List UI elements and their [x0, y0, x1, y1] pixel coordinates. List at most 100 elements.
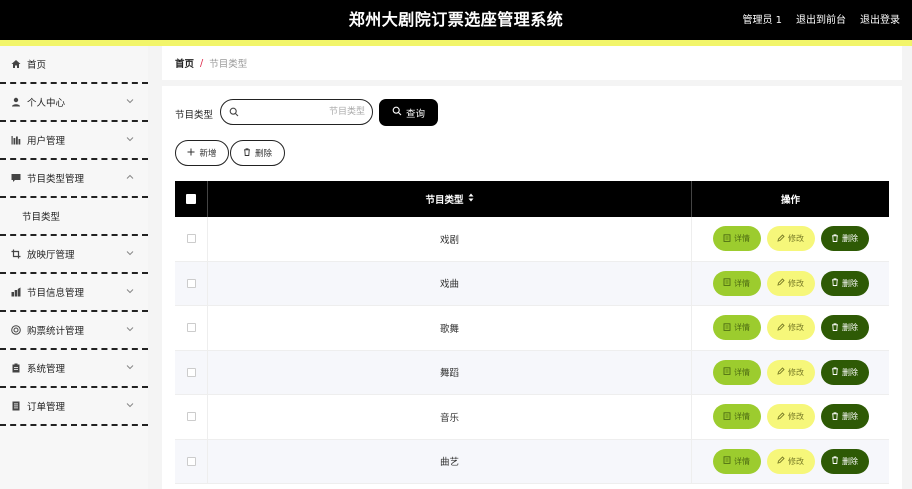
sidebar-item-program-type-management[interactable]: 节目类型管理	[0, 160, 148, 198]
delete-button[interactable]: 删除	[820, 226, 869, 252]
bar-chart-icon	[11, 135, 21, 145]
operations-cell: 详情 修改 删除	[692, 262, 889, 306]
header-links: 管理员 1 退出到前台 退出登录	[742, 11, 900, 26]
search-input[interactable]	[243, 103, 365, 121]
edit-button[interactable]: 修改	[766, 359, 815, 385]
search-icon	[392, 106, 402, 119]
top-bar: 郑州大剧院订票选座管理系统 管理员 1 退出到前台 退出登录	[0, 0, 912, 40]
delete-button-label: 删除	[842, 323, 858, 333]
chevron-down-icon	[126, 135, 134, 143]
sidebar-item-system-management[interactable]: 系统管理	[0, 350, 148, 388]
detail-button[interactable]: 详情	[712, 359, 761, 385]
detail-button[interactable]: 详情	[712, 270, 761, 296]
chevron-down-icon	[126, 363, 134, 371]
row-checkbox[interactable]	[186, 367, 196, 377]
detail-icon	[723, 456, 731, 466]
detail-icon	[723, 367, 731, 377]
operations-cell: 详情 修改 删除	[692, 395, 889, 439]
logout-link[interactable]: 退出登录	[860, 11, 900, 26]
batch-delete-button[interactable]: 删除	[230, 140, 285, 166]
table-row: 歌舞 详情 修改 删除	[175, 306, 889, 351]
sidebar-item-order-management[interactable]: 订单管理	[0, 388, 148, 426]
sidebar-item-program-info-management[interactable]: 节目信息管理	[0, 274, 148, 312]
detail-icon	[723, 278, 731, 288]
detail-icon	[723, 323, 731, 333]
help-circle-icon	[11, 325, 21, 335]
edit-button-label: 修改	[788, 323, 804, 333]
program-type-cell: 歌舞	[208, 306, 692, 350]
detail-button-label: 详情	[734, 278, 750, 288]
sidebar-item-user-management[interactable]: 用户管理	[0, 122, 148, 160]
detail-button[interactable]: 详情	[712, 226, 761, 252]
sidebar-item-label: 系统管理	[27, 364, 66, 375]
trash-icon	[831, 456, 839, 466]
edit-button-label: 修改	[788, 367, 804, 377]
edit-icon	[777, 323, 785, 333]
add-button[interactable]: 新增	[175, 140, 229, 166]
row-checkbox[interactable]	[186, 456, 196, 466]
delete-button[interactable]: 删除	[820, 315, 869, 341]
edit-button[interactable]: 修改	[766, 404, 815, 430]
delete-button[interactable]: 删除	[820, 448, 869, 474]
row-checkbox[interactable]	[186, 323, 196, 333]
sidebar-item-hall-management[interactable]: 放映厅管理	[0, 236, 148, 274]
edit-button[interactable]: 修改	[766, 315, 815, 341]
select-all-checkbox[interactable]	[186, 194, 196, 204]
edit-button[interactable]: 修改	[766, 270, 815, 296]
breadcrumb: 首页 / 节目类型	[162, 46, 902, 80]
breadcrumb-current: 节目类型	[209, 59, 248, 70]
breadcrumb-home-link[interactable]: 首页	[175, 56, 194, 70]
sidebar-item-label: 节目信息管理	[27, 288, 85, 299]
table-row: 曲艺 详情 修改 删除	[175, 439, 889, 484]
column-header-label: 节目类型	[425, 195, 464, 206]
edit-button[interactable]: 修改	[766, 226, 815, 252]
chevron-down-icon	[126, 97, 134, 105]
chevron-down-icon	[126, 325, 134, 333]
sort-icon[interactable]	[468, 193, 474, 205]
delete-button[interactable]: 删除	[820, 270, 869, 296]
edit-icon	[777, 412, 785, 422]
operations-cell: 详情 修改 删除	[692, 351, 889, 395]
edit-button-label: 修改	[788, 278, 804, 288]
current-user-link[interactable]: 管理员 1	[742, 11, 782, 26]
edit-button[interactable]: 修改	[766, 448, 815, 474]
header-checkbox-cell	[175, 181, 208, 217]
detail-button[interactable]: 详情	[712, 404, 761, 430]
chevron-down-icon	[126, 287, 134, 295]
edit-icon	[777, 456, 785, 466]
delete-button-label: 删除	[842, 456, 858, 466]
user-icon	[11, 97, 21, 107]
program-type-cell: 戏曲	[208, 261, 692, 305]
table-row: 舞蹈 详情 修改 删除	[175, 350, 889, 395]
sidebar-item-ticket-stats-management[interactable]: 购票统计管理	[0, 312, 148, 350]
row-checkbox[interactable]	[186, 278, 196, 288]
comment-icon	[11, 173, 21, 183]
operations-cell: 详情 修改 删除	[692, 217, 889, 261]
operations-cell: 详情 修改 删除	[692, 440, 889, 484]
detail-button[interactable]: 详情	[712, 448, 761, 474]
sidebar-item-personal-center[interactable]: 个人中心	[0, 84, 148, 122]
table-body: 戏剧 详情 修改 删除 戏曲 详情 修改 删除 歌舞 详情 修改 删除 舞蹈 详…	[175, 217, 889, 484]
row-checkbox[interactable]	[186, 412, 196, 422]
edit-button-label: 修改	[788, 456, 804, 466]
detail-button-label: 详情	[734, 234, 750, 244]
row-checkbox-cell	[175, 306, 208, 350]
stats-icon	[11, 287, 21, 297]
batch-delete-button-label: 删除	[254, 149, 272, 159]
sidebar-item-label: 首页	[27, 60, 47, 71]
delete-button[interactable]: 删除	[820, 359, 869, 385]
column-header-program-type[interactable]: 节目类型	[208, 181, 692, 217]
query-button[interactable]: 查询	[379, 99, 438, 126]
document-icon	[11, 401, 21, 411]
trash-icon	[831, 412, 839, 422]
program-type-cell: 戏剧	[208, 217, 692, 261]
detail-button[interactable]: 详情	[712, 315, 761, 341]
detail-icon	[723, 412, 731, 422]
clipboard-icon	[11, 363, 21, 373]
sidebar-subitem-program-type[interactable]: 节目类型	[0, 198, 148, 236]
back-to-front-link[interactable]: 退出到前台	[796, 11, 846, 26]
sidebar-item-home[interactable]: 首页	[0, 46, 148, 84]
delete-button[interactable]: 删除	[820, 404, 869, 430]
chevron-down-icon	[126, 401, 134, 409]
row-checkbox[interactable]	[186, 234, 196, 244]
